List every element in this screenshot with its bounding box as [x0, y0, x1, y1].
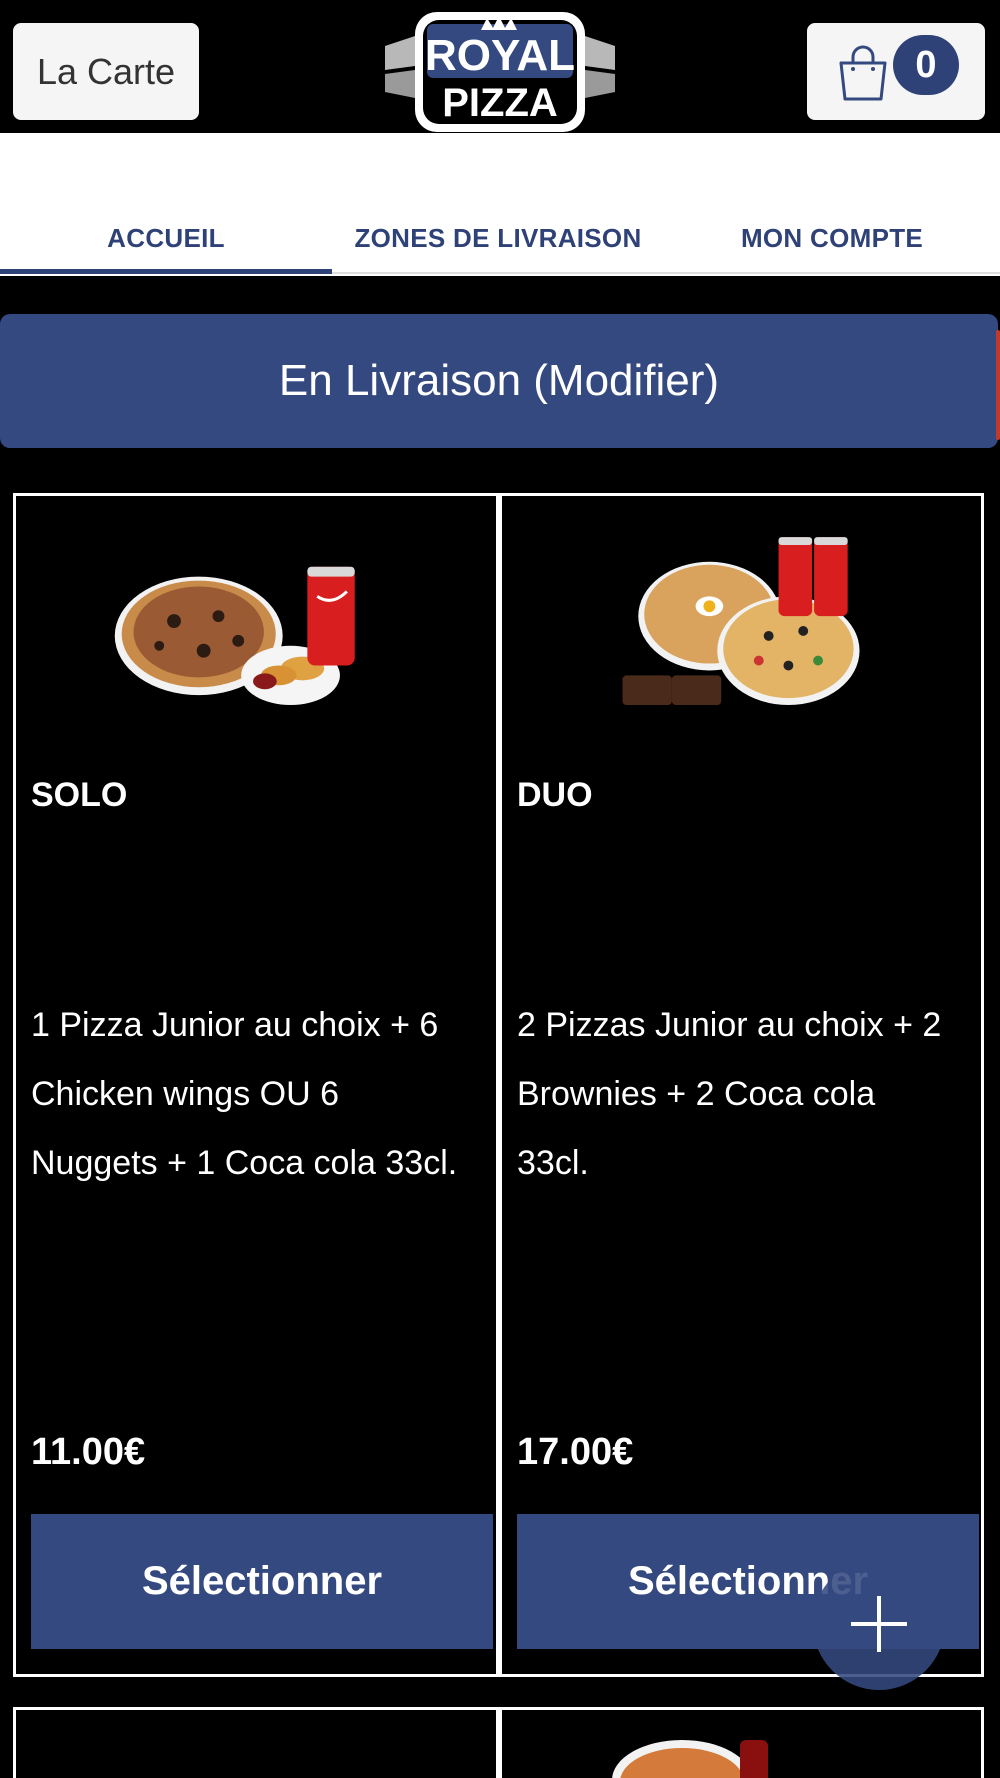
delivery-mode-button[interactable]: En Livraison (Modifier)	[0, 314, 998, 448]
product-title: SOLO	[31, 776, 128, 814]
product-description: 1 Pizza Junior au choix + 6 Chicken wing…	[31, 991, 491, 1198]
add-fab-button[interactable]	[813, 1558, 945, 1690]
active-tab-indicator	[0, 269, 332, 274]
royal-pizza-logo[interactable]: ROYAL PIZZA	[385, 8, 615, 133]
product-description-line: Nuggets + 1 Coca cola 33cl.	[31, 1144, 458, 1182]
header: La Carte ROYAL PIZZA 0	[0, 0, 1000, 133]
cart-count-badge: 0	[893, 35, 959, 95]
tabs-divider	[332, 272, 1000, 274]
tab-mon-compte[interactable]: MON COMPTE	[664, 223, 1000, 263]
product-price: 11.00€	[31, 1431, 146, 1473]
product-card-duo: DUO 2 Pizzas Junior au choix + 2 Brownie…	[499, 493, 984, 1677]
cart-button[interactable]: 0	[807, 23, 985, 120]
product-card-solo: SOLO 1 Pizza Junior au choix + 6 Chicken…	[13, 493, 499, 1677]
logo-text-bottom: PIZZA	[442, 81, 558, 125]
select-button[interactable]: Sélectionner	[31, 1514, 493, 1649]
menu-button[interactable]: La Carte	[13, 23, 199, 120]
tab-zones-de-livraison[interactable]: ZONES DE LIVRAISON	[332, 223, 664, 263]
product-description: 2 Pizzas Junior au choix + 2 Brownies + …	[517, 991, 977, 1198]
product-price: 17.00€	[517, 1431, 634, 1473]
tab-accueil[interactable]: ACCUEIL	[0, 223, 332, 263]
product-description-line: Brownies + 2 Coca cola	[517, 1075, 876, 1113]
plus-icon	[877, 1596, 881, 1652]
product-card-partial	[13, 1707, 499, 1778]
delivery-edge-accent	[996, 330, 1000, 440]
product-card-partial	[499, 1707, 984, 1778]
product-description-line: 1 Pizza Junior au choix + 6	[31, 1006, 439, 1044]
product-title: DUO	[517, 776, 593, 814]
product-description-line: 2 Pizzas Junior au choix + 2	[517, 1006, 942, 1044]
product-description-line: Chicken wings OU 6	[31, 1075, 340, 1113]
product-image-duo	[622, 537, 860, 706]
product-image-solo	[114, 566, 355, 706]
product-description-line: 33cl.	[517, 1144, 589, 1182]
nav-tabs: ACCUEIL ZONES DE LIVRAISON MON COMPTE	[0, 133, 1000, 276]
shopping-bag-icon	[839, 45, 887, 101]
product-image-partial	[612, 1740, 768, 1778]
logo-text-top: ROYAL	[425, 31, 575, 80]
